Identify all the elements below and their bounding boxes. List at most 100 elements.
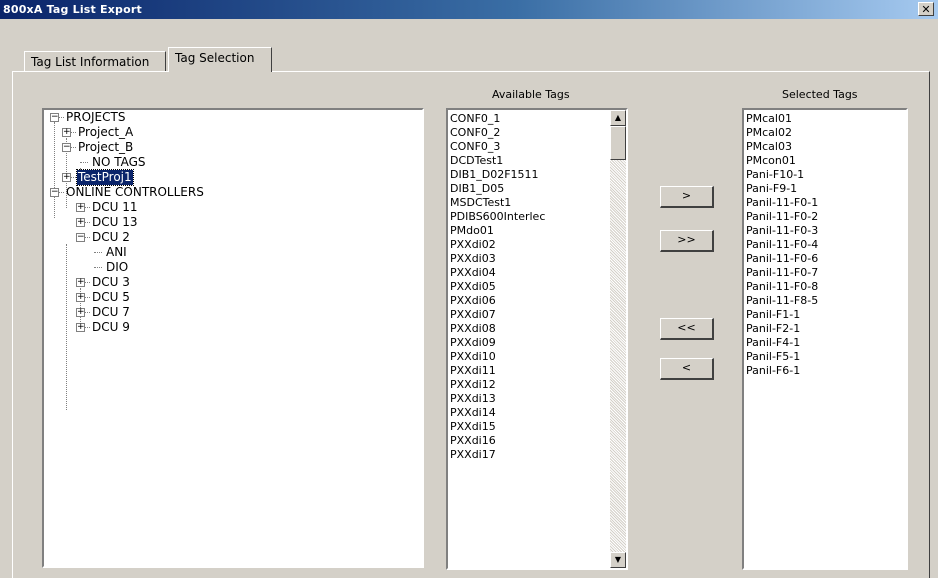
expand-icon[interactable]: + xyxy=(76,308,85,317)
collapse-icon[interactable]: − xyxy=(50,188,59,197)
list-item[interactable]: PXXdi15 xyxy=(450,420,545,434)
tree-node-online-controllers[interactable]: − ONLINE CONTROLLERS xyxy=(48,185,298,200)
list-item[interactable]: PXXdi07 xyxy=(450,308,545,322)
expand-icon[interactable]: + xyxy=(62,173,71,182)
expand-icon[interactable]: + xyxy=(62,128,71,137)
remove-button[interactable]: < xyxy=(660,358,714,380)
tree-connector xyxy=(71,177,76,178)
list-item[interactable]: Panil-F1-1 xyxy=(746,308,818,322)
tree-node-projects[interactable]: − PROJECTS xyxy=(48,110,248,125)
tree-connector xyxy=(85,222,90,223)
tree-node-testproj1[interactable]: + TestProj1 xyxy=(60,169,260,186)
list-item[interactable]: Panil-11-F0-8 xyxy=(746,280,818,294)
tree-node-label: DCU 2 xyxy=(92,230,130,244)
list-item[interactable]: PDIBS600Interlec xyxy=(450,210,545,224)
tree-connector xyxy=(80,162,88,163)
list-item[interactable]: PXXdi16 xyxy=(450,434,545,448)
list-item[interactable]: PXXdi05 xyxy=(450,280,545,294)
list-item[interactable]: PXXdi17 xyxy=(450,448,545,462)
scroll-up-button[interactable]: ▲ xyxy=(610,110,626,126)
expand-icon[interactable]: + xyxy=(76,218,85,227)
list-item[interactable]: PXXdi14 xyxy=(450,406,545,420)
add-button[interactable]: > xyxy=(660,186,714,208)
tree-node-project-b[interactable]: − Project_B xyxy=(60,140,260,155)
expand-icon[interactable]: + xyxy=(76,323,85,332)
list-item[interactable]: Pani-F10-1 xyxy=(746,168,818,182)
list-item[interactable]: MSDCTest1 xyxy=(450,196,545,210)
list-item[interactable]: PMdo01 xyxy=(450,224,545,238)
list-item[interactable]: PXXdi08 xyxy=(450,322,545,336)
list-item[interactable]: PMcon01 xyxy=(746,154,818,168)
list-item[interactable]: PXXdi03 xyxy=(450,252,545,266)
list-item[interactable]: PXXdi06 xyxy=(450,294,545,308)
tree-connector xyxy=(59,192,64,193)
tree-node-label: PROJECTS xyxy=(66,110,126,124)
list-item[interactable]: Panil-F5-1 xyxy=(746,350,818,364)
expand-icon[interactable]: + xyxy=(76,278,85,287)
remove-all-button[interactable]: << xyxy=(660,318,714,340)
list-item[interactable]: Panil-11-F0-4 xyxy=(746,238,818,252)
available-tags-caption: Available Tags xyxy=(492,88,570,101)
list-item[interactable]: Panil-F4-1 xyxy=(746,336,818,350)
scroll-down-button[interactable]: ▼ xyxy=(610,552,626,568)
scroll-thumb[interactable] xyxy=(610,126,626,160)
list-item[interactable]: Panil-11-F0-1 xyxy=(746,196,818,210)
close-button[interactable]: ✕ xyxy=(918,2,934,16)
selected-tags-items: PMcal01 PMcal02 PMcal03 PMcon01 Pani-F10-1 Pa… xyxy=(746,112,818,378)
list-item[interactable]: CONF0_1 xyxy=(450,112,545,126)
add-all-button[interactable]: >> xyxy=(660,230,714,252)
tree-connector xyxy=(85,297,90,298)
list-item[interactable]: CONF0_2 xyxy=(450,126,545,140)
tree-node-dcu-11[interactable]: + DCU 11 xyxy=(74,200,274,215)
collapse-icon[interactable]: − xyxy=(50,113,59,122)
list-item[interactable]: Panil-11-F0-6 xyxy=(746,252,818,266)
tree-node-label: Project_B xyxy=(78,140,134,154)
expand-icon[interactable]: + xyxy=(76,293,85,302)
tab-tag-list-information[interactable]: Tag List Information xyxy=(24,51,166,71)
tree-node-ani[interactable]: ANI xyxy=(88,245,288,260)
list-item[interactable]: PXXdi10 xyxy=(450,350,545,364)
project-tree[interactable]: − PROJECTS + Project_A − Project_B NO TA… xyxy=(42,108,424,568)
list-item[interactable]: Panil-11-F0-3 xyxy=(746,224,818,238)
collapse-icon[interactable]: − xyxy=(62,143,71,152)
tree-node-dcu-13[interactable]: + DCU 13 xyxy=(74,215,274,230)
tree-connector xyxy=(85,312,90,313)
list-item[interactable]: DCDTest1 xyxy=(450,154,545,168)
list-item[interactable]: PXXdi02 xyxy=(450,238,545,252)
list-item[interactable]: PXXdi12 xyxy=(450,378,545,392)
tree-node-project-a[interactable]: + Project_A xyxy=(60,125,260,140)
tree-node-no-tags[interactable]: NO TAGS xyxy=(74,155,274,170)
window-title: 800xA Tag List Export xyxy=(3,3,142,16)
list-item[interactable]: DIB1_D05 xyxy=(450,182,545,196)
list-item[interactable]: PXXdi09 xyxy=(450,336,545,350)
list-item[interactable]: CONF0_3 xyxy=(450,140,545,154)
tab-tag-selection[interactable]: Tag Selection xyxy=(168,47,272,72)
available-tags-list[interactable]: CONF0_1 CONF0_2 CONF0_3 DCDTest1 DIB1_D02F15… xyxy=(446,108,628,570)
tree-node-dcu-3[interactable]: + DCU 3 xyxy=(74,275,274,290)
tree-node-dcu-7[interactable]: + DCU 7 xyxy=(74,305,274,320)
list-item[interactable]: Panil-11-F0-7 xyxy=(746,266,818,280)
list-item[interactable]: PXXdi11 xyxy=(450,364,545,378)
tree-node-dcu-5[interactable]: + DCU 5 xyxy=(74,290,274,305)
expand-icon[interactable]: + xyxy=(76,203,85,212)
selected-tags-list[interactable]: PMcal01 PMcal02 PMcal03 PMcon01 Pani-F10-1 Pa… xyxy=(742,108,908,570)
available-tags-scrollbar[interactable]: ▲ ▼ xyxy=(610,110,626,568)
list-item[interactable]: Panil-11-F8-5 xyxy=(746,294,818,308)
list-item[interactable]: Panil-11-F0-2 xyxy=(746,210,818,224)
list-item[interactable]: PXXdi04 xyxy=(450,266,545,280)
list-item[interactable]: PXXdi13 xyxy=(450,392,545,406)
list-item[interactable]: Panil-F2-1 xyxy=(746,322,818,336)
list-item[interactable]: Pani-F9-1 xyxy=(746,182,818,196)
tree-node-label: DCU 13 xyxy=(92,215,138,229)
list-item[interactable]: PMcal01 xyxy=(746,112,818,126)
tree-node-label: NO TAGS xyxy=(92,155,146,169)
tree-node-dcu-2[interactable]: − DCU 2 xyxy=(74,230,274,245)
list-item[interactable]: PMcal02 xyxy=(746,126,818,140)
tree-node-dio[interactable]: DIO xyxy=(88,260,288,275)
collapse-icon[interactable]: − xyxy=(76,233,85,242)
tree-node-dcu-9[interactable]: + DCU 9 xyxy=(74,320,274,335)
list-item[interactable]: PMcal03 xyxy=(746,140,818,154)
list-item[interactable]: Panil-F6-1 xyxy=(746,364,818,378)
list-item[interactable]: DIB1_D02F1511 xyxy=(450,168,545,182)
tree-connector xyxy=(85,237,90,238)
